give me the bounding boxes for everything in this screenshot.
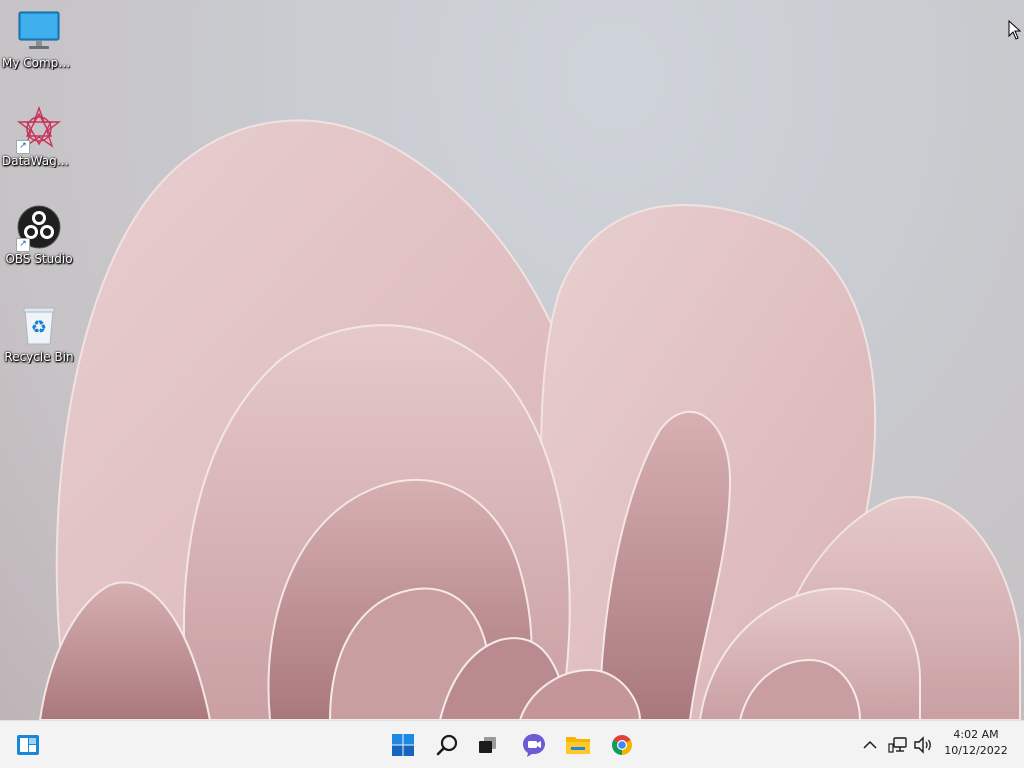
- chevron-up-icon: [863, 740, 877, 749]
- task-view-button[interactable]: [472, 729, 504, 761]
- wallpaper: [38, 119, 1021, 720]
- desktop-icon-label: DataWagon...: [2, 154, 78, 168]
- chat-icon: [523, 734, 545, 757]
- task-view-icon: [479, 737, 496, 753]
- start-button[interactable]: [387, 729, 419, 761]
- mouse-cursor-icon: [1008, 20, 1022, 40]
- datawagon-icon: ↗: [16, 105, 62, 154]
- chrome-icon: [612, 735, 632, 755]
- desktop-icon-datawagon[interactable]: ↗ DataWagon...: [0, 98, 78, 168]
- network-button[interactable]: [887, 733, 909, 757]
- clock-time: 4:02 AM: [953, 728, 999, 741]
- desktop-icon-my-computer[interactable]: My Computer: [0, 0, 78, 70]
- taskbar: 4:02 AM 10/12/2022: [0, 720, 1024, 768]
- desktop-icon-obs-studio[interactable]: ↗ OBS Studio: [0, 196, 78, 266]
- volume-icon: [914, 736, 931, 754]
- search-button[interactable]: [431, 729, 463, 761]
- search-icon: [436, 734, 458, 756]
- clock-date: 10/12/2022: [944, 744, 1008, 757]
- windows-start-icon: [392, 734, 414, 756]
- desktop-icon-recycle-bin[interactable]: ♻ Recycle Bin: [0, 294, 78, 364]
- desktop-icon-label: My Computer: [2, 56, 78, 70]
- file-explorer-icon: [566, 737, 590, 754]
- volume-button[interactable]: [912, 733, 934, 757]
- obs-icon: ↗: [16, 204, 62, 252]
- chat-button[interactable]: [518, 729, 550, 761]
- svg-text:♻: ♻: [31, 317, 47, 338]
- desktop-icon-label: Recycle Bin: [4, 350, 74, 364]
- monitor-icon: [16, 8, 62, 54]
- desktop-icon-label: OBS Studio: [5, 252, 73, 266]
- recycle-bin-icon: ♻: [16, 302, 62, 348]
- shortcut-arrow-icon: ↗: [16, 140, 30, 154]
- network-icon: [888, 737, 907, 753]
- file-explorer-button[interactable]: [562, 729, 594, 761]
- chrome-button[interactable]: [606, 729, 638, 761]
- widgets-icon: [17, 735, 39, 755]
- clock[interactable]: 4:02 AM 10/12/2022: [940, 727, 1012, 763]
- shortcut-arrow-icon: ↗: [16, 238, 30, 252]
- widgets-button[interactable]: [12, 729, 44, 761]
- show-hidden-icons-button[interactable]: [859, 733, 881, 757]
